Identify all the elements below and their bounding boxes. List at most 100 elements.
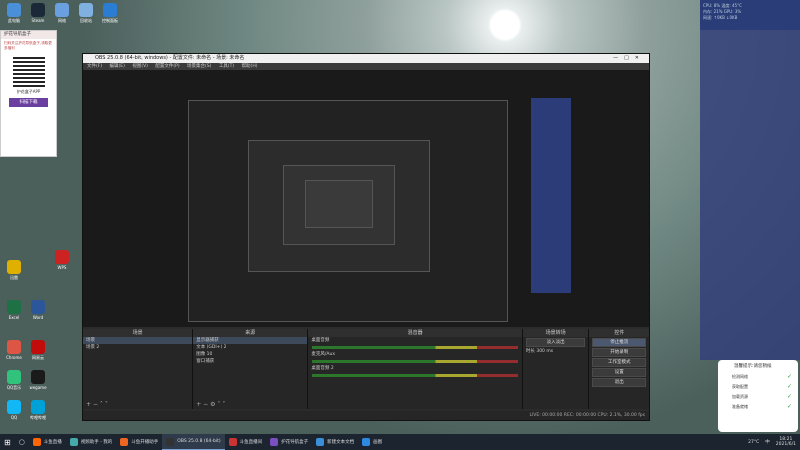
weather-text[interactable]: 27°C [748,440,759,445]
taskbar-app[interactable]: 视频助手 - 我的 [66,434,116,450]
window-titlebar[interactable]: OBS 25.0.8 (64-bit, windows) - 配置文件: 未命名… [83,54,649,63]
taskbar-app[interactable]: 新建文本文档 [312,434,358,450]
notification-card: 温馨提示:请您稍候 检测网络 ✓ 获取配置 ✓ 加载资源 ✓ 准备就绪 ✓ [718,360,798,432]
desktop-icon[interactable]: 哔哩哔哩 [26,400,50,426]
clock[interactable]: 18:21 2021/6/1 [776,437,796,447]
mixer-channel-label: 麦克风/Aux [311,352,336,357]
desktop-icon[interactable]: WPS [50,250,74,276]
app-icon [69,438,78,446]
app-icon [166,437,175,446]
scenes-dock: 场景 场景 场景 2 + − ˄ ˅ [83,329,194,409]
desktop-icon-label: Word [32,315,44,320]
app-icon [31,3,45,17]
desktop-icon[interactable]: Word [26,300,50,326]
desktop-icon[interactable]: Excel [2,300,26,326]
app-icon [31,370,45,384]
menu-profile[interactable]: 配置文件(P) [155,64,179,69]
desktop-icon-label: 控制面板 [102,18,118,23]
mixer-header: 混音器 [308,329,522,337]
taskbar-app[interactable]: OBS 25.0.8 (64-bit) [162,434,225,450]
add-icon[interactable]: + [196,401,201,408]
taskbar-app-label: 画图 [373,440,383,445]
taskbar-app-label: 斗鱼开播助手 [131,440,159,445]
start-button[interactable]: ⊞ [0,434,15,450]
settings-button[interactable]: 设置 [592,368,646,377]
stop-streaming-button[interactable]: 停止推流 [592,338,646,347]
scenes-header: 场景 [83,329,193,337]
scene-item[interactable]: 场景 2 [83,344,192,351]
desktop-icon[interactable]: 网络 [50,3,74,29]
taskbar-app-label: 视频助手 - 我的 [80,440,113,445]
desktop-icon-label: 网络 [58,18,66,23]
menu-help[interactable]: 帮助(H) [242,64,258,69]
volume-meter[interactable] [312,346,518,349]
desktop-widget-panel [700,30,800,360]
desktop-icon[interactable]: QQ音乐 [2,370,26,396]
desktop-icon[interactable]: 此电脑 [2,3,26,29]
source-item[interactable]: 图像 10 [193,351,307,358]
desktop-icon-label: WPS [57,265,67,270]
desktop-icon[interactable]: 网易云 [26,340,50,366]
check-icon: ✓ [786,373,792,380]
close-button[interactable]: ✕ [635,55,645,61]
desktop-icon-label: 回收站 [80,18,92,23]
menu-view[interactable]: 视图(V) [132,64,148,69]
exit-button[interactable]: 退出 [592,378,646,387]
app-icon [31,340,45,354]
chevron-up-icon[interactable]: ˄ [100,401,103,408]
system-monitor: CPU: 8% 温度: 45°C 内存: 21% GPU: 3% 网速: ↑0K… [700,0,800,30]
desktop-icon[interactable]: Steam [26,3,50,29]
taskbar-app-label: 新建文本文档 [327,440,355,445]
taskbar-app[interactable]: 护花导航盒子 [266,434,312,450]
chevron-down-icon[interactable]: ˅ [105,401,108,408]
transition-select[interactable]: 淡入淡出 [525,338,586,347]
audio-mixer-dock: 混音器 桌面音频 麦克风/Aux 桌面音频 2 [308,329,523,409]
search-button[interactable]: ○ [15,434,29,450]
app-icon [103,3,117,17]
menu-file[interactable]: 文件(F) [87,64,102,69]
desktop-icon[interactable]: 回收站 [74,3,98,29]
menu-tools[interactable]: 工具(T) [219,64,234,69]
volume-meter[interactable] [312,360,518,363]
check-icon: ✓ [786,383,792,390]
menu-scene-collection[interactable]: 场景集合(S) [187,64,211,69]
add-icon[interactable]: + [86,401,91,408]
desktop-icon[interactable]: 控制面板 [98,3,122,29]
start-recording-button[interactable]: 开始录制 [592,348,646,357]
app-icon [31,400,45,414]
minimize-button[interactable]: — [613,55,624,61]
desktop-icon[interactable]: QQ [2,400,26,426]
source-item[interactable]: 文本 (GDI+) 2 [193,344,307,351]
chevron-down-icon[interactable]: ˅ [222,401,225,408]
menu-edit[interactable]: 编辑(E) [110,64,125,69]
app-icon [32,438,41,446]
taskbar-app[interactable]: 斗鱼直播间 [225,434,267,450]
ime-indicator[interactable]: 中 [765,439,770,445]
maximize-button[interactable]: □ [624,55,635,61]
app-icon [79,3,93,17]
studio-mode-button[interactable]: 工作室模式 [592,358,646,367]
obs-window[interactable]: OBS 25.0.8 (64-bit, windows) - 配置文件: 未命名… [82,53,650,421]
scene-item[interactable]: 场景 [83,337,193,344]
remove-icon[interactable]: − [203,401,208,408]
chevron-up-icon[interactable]: ˄ [217,401,220,408]
volume-meter[interactable] [312,374,518,377]
preview-canvas[interactable] [83,70,649,327]
desktop-icon-label: 网易云 [32,355,44,360]
remove-icon[interactable]: − [93,401,98,408]
desktop-icon[interactable]: wegame [26,370,50,396]
download-button[interactable]: 扫描下载 [9,98,48,107]
desktop-icon[interactable]: 迅雷 [2,260,26,286]
app-icon [120,438,129,446]
gear-icon[interactable]: ⚙ [210,401,215,408]
duration-value[interactable]: 300 ms [536,349,553,354]
source-item[interactable]: 显示器捕获 [193,337,308,344]
app-icon [55,3,69,17]
taskbar-app[interactable]: 斗鱼开播助手 [116,434,162,450]
controls-dock: 控件 停止推流 开始录制 工作室模式 设置 退出 [589,329,649,409]
app-icon [316,438,325,446]
desktop-icon[interactable]: Chrome [2,340,26,366]
taskbar-app[interactable]: 斗鱼直播 [29,434,66,450]
source-item[interactable]: 窗口捕获 [193,358,307,365]
taskbar-app[interactable]: 画图 [358,434,386,450]
